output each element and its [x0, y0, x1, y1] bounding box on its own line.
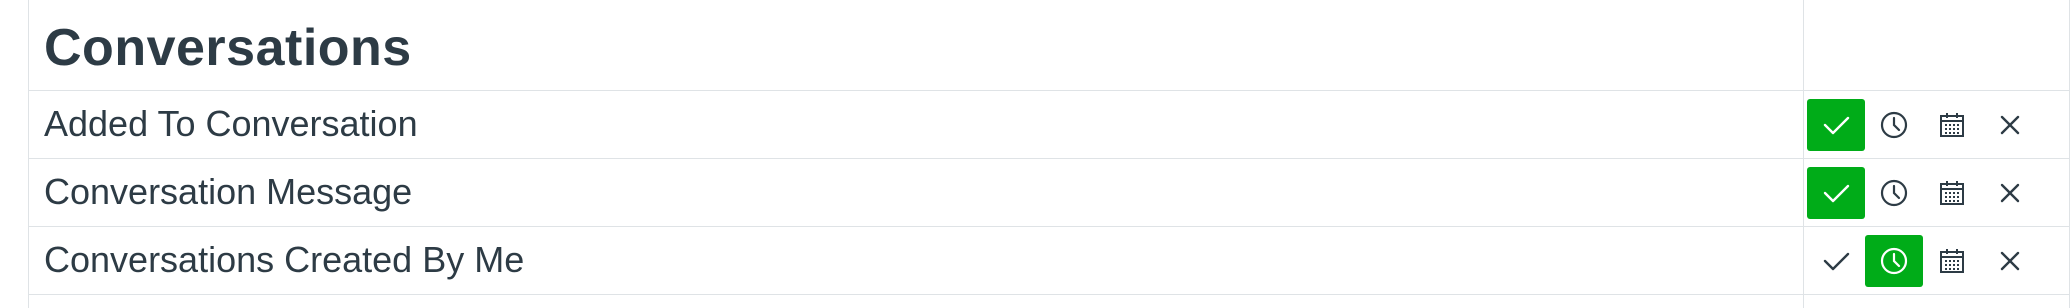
notification-row: Added To Conversation [29, 91, 2069, 159]
frequency-controls [1807, 227, 2039, 295]
notification-row: Conversations Created By Me [29, 227, 2069, 295]
frequency-controls [1807, 159, 2039, 227]
calendar-icon [1940, 113, 1964, 137]
notification-label: Conversation Message [44, 171, 413, 212]
x-icon [2000, 251, 2020, 271]
never-button[interactable] [1981, 167, 2039, 219]
immediately-button[interactable] [1807, 235, 1865, 287]
clock-icon [1880, 247, 1908, 275]
notification-preferences-table: Conversations Added To Conversation Conv… [28, 0, 2070, 308]
category-title: Conversations [44, 19, 412, 77]
notification-label: Added To Conversation [44, 103, 418, 144]
daily-button[interactable] [1865, 235, 1923, 287]
daily-button[interactable] [1865, 167, 1923, 219]
daily-button[interactable] [1865, 99, 1923, 151]
weekly-button[interactable] [1923, 99, 1981, 151]
check-icon [1823, 184, 1850, 203]
calendar-icon [1940, 249, 1964, 273]
x-icon [2000, 183, 2020, 203]
clock-icon [1880, 111, 1908, 139]
immediately-button[interactable] [1807, 167, 1865, 219]
category-header-row: Conversations [29, 0, 2069, 91]
never-button[interactable] [1981, 235, 2039, 287]
immediately-button[interactable] [1807, 99, 1865, 151]
check-icon [1823, 252, 1850, 271]
notification-row: Conversation Message [29, 159, 2069, 227]
calendar-icon [1940, 181, 1964, 205]
never-button[interactable] [1981, 99, 2039, 151]
notification-label: Conversations Created By Me [44, 239, 525, 280]
weekly-button[interactable] [1923, 167, 1981, 219]
check-icon [1823, 116, 1850, 135]
weekly-button[interactable] [1923, 235, 1981, 287]
clock-icon [1880, 179, 1908, 207]
frequency-controls [1807, 91, 2039, 159]
x-icon [2000, 115, 2020, 135]
